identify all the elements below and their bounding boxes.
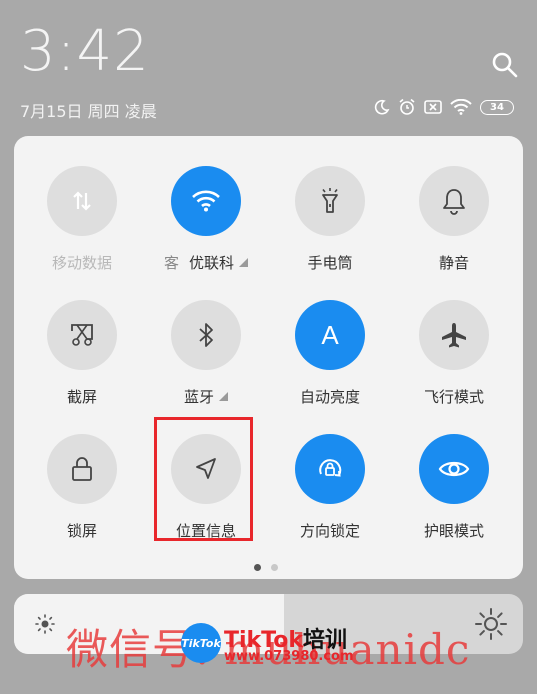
rotation-lock-icon	[319, 459, 342, 477]
flashlight-icon	[322, 188, 338, 213]
screenshot-icon	[71, 324, 93, 346]
tile-eye-protection[interactable]: 护眼模式	[399, 434, 509, 541]
tiktok-logo: TikTok	[181, 623, 221, 663]
bell-icon	[443, 189, 465, 215]
battery-indicator: 34	[480, 99, 514, 115]
search-icon[interactable]	[490, 50, 520, 80]
tile-label: 移动数据	[51, 254, 112, 272]
tile-airplane-mode[interactable]: 飞行模式	[399, 300, 509, 407]
clock-time: 3:42	[20, 19, 150, 84]
tile-label: 飞行模式	[423, 388, 484, 406]
lock-icon	[72, 457, 92, 481]
tile-label: 方向锁定	[299, 522, 360, 540]
brand-url: www.073980.com	[224, 649, 354, 664]
eye-icon	[438, 461, 470, 477]
tile-screenshot[interactable]: 截屏	[27, 300, 137, 407]
expand-triangle-icon[interactable]	[219, 392, 228, 401]
tile-silent[interactable]: 静音	[399, 166, 509, 273]
tile-label: 截屏	[66, 388, 97, 406]
tile-flashlight[interactable]: 手电筒	[275, 166, 385, 273]
tile-label: 自动亮度	[299, 388, 360, 406]
tile-lock-screen[interactable]: 锁屏	[27, 434, 137, 541]
tile-bluetooth[interactable]: 蓝牙	[151, 300, 261, 407]
wifi-icon	[192, 190, 220, 212]
no-sim-icon	[424, 100, 442, 114]
quick-settings-panel: 移动数据 客优联科 手电筒 静音 截屏 蓝牙 A 自动亮度 飞行模式 锁屏 位置…	[14, 136, 523, 579]
tile-label: 优联科	[189, 254, 235, 272]
status-icons: 34	[374, 96, 514, 118]
tile-label: 护眼模式	[423, 522, 484, 540]
tile-wifi[interactable]: 客优联科	[151, 166, 261, 273]
alarm-icon	[399, 98, 415, 115]
tile-label: 锁屏	[66, 522, 97, 540]
page-indicator	[254, 564, 278, 571]
wifi-status-icon	[450, 99, 472, 115]
moon-icon	[374, 99, 390, 115]
highlight-frame	[154, 417, 253, 541]
bluetooth-icon	[199, 323, 213, 347]
tile-rotation-lock[interactable]: 方向锁定	[275, 434, 385, 541]
tile-label: 蓝牙	[183, 388, 214, 406]
auto-brightness-icon: A	[321, 319, 339, 350]
tile-label: 静音	[438, 254, 469, 272]
airplane-icon	[442, 323, 466, 348]
mobile-data-icon	[73, 191, 91, 211]
clock-date: 7月15日 周四 凌晨	[20, 102, 157, 121]
brightness-low-icon	[35, 614, 55, 634]
expand-triangle-icon[interactable]	[239, 258, 249, 267]
brightness-high-icon	[475, 608, 507, 640]
page-dot[interactable]	[271, 564, 278, 571]
tile-mobile-data[interactable]: 移动数据	[27, 166, 137, 273]
page-dot-active[interactable]	[254, 564, 261, 571]
tile-auto-brightness[interactable]: A 自动亮度	[275, 300, 385, 407]
tile-label: 手电筒	[307, 254, 353, 272]
tile-label-prefix: 客	[163, 254, 179, 272]
